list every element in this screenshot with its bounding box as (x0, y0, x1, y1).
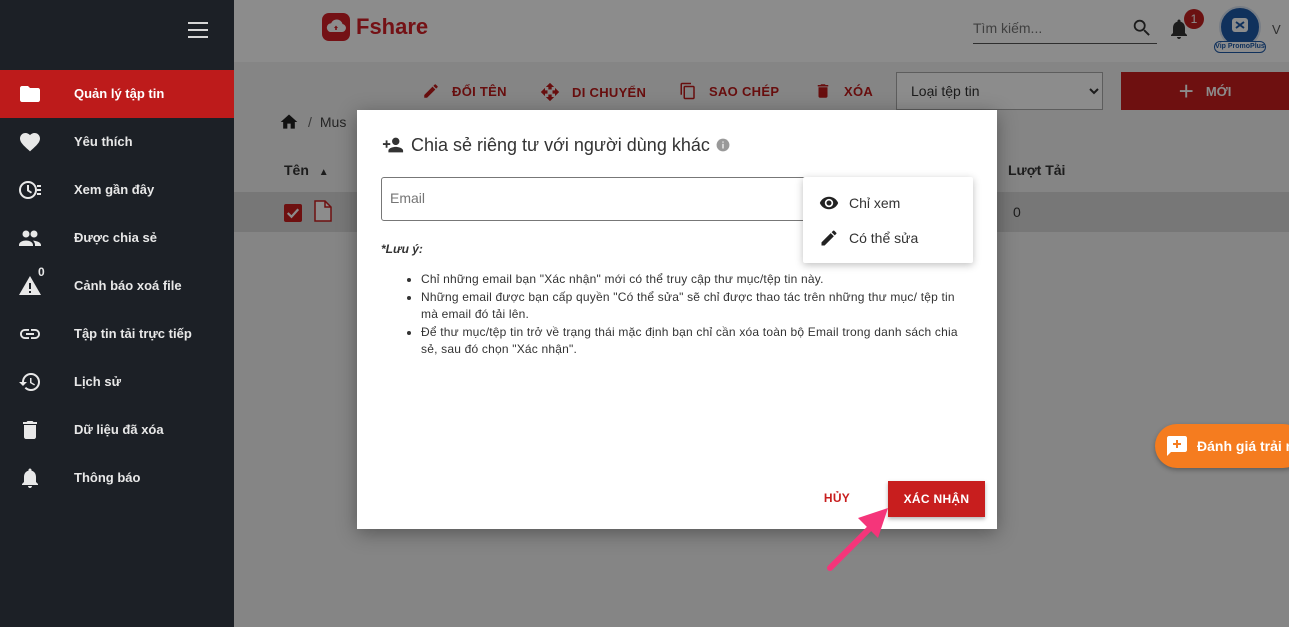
feedback-label: Đánh giá trải ng (1197, 438, 1289, 454)
sidebar-item-favorites[interactable]: Yêu thích (0, 118, 234, 166)
dialog-title-text: Chia sẻ riêng tư với người dùng khác (411, 134, 710, 155)
warning-count-badge: 0 (38, 265, 45, 279)
confirm-button[interactable]: XÁC NHẬN (888, 481, 985, 517)
permission-label: Chỉ xem (849, 195, 901, 211)
note-title: *Lưu ý: (381, 242, 423, 256)
recent-icon (19, 181, 41, 199)
note-item: Những email được bạn cấp quyền "Có thể s… (421, 289, 973, 324)
link-icon (20, 329, 40, 339)
sidebar-item-label: Được chia sẻ (74, 230, 157, 245)
notes-list: Chỉ những email bạn "Xác nhận" mới có th… (403, 271, 973, 359)
sidebar-item-label: Dữ liệu đã xóa (74, 422, 164, 437)
sidebar-item-notifications[interactable]: Thông báo (0, 454, 234, 502)
eye-icon (819, 196, 839, 210)
pencil-icon (821, 230, 837, 246)
sidebar-item-direct-links[interactable]: Tập tin tải trực tiếp (0, 310, 234, 358)
sidebar-item-delete-warning[interactable]: 0 Cảnh báo xoá file (0, 262, 234, 310)
sidebar-item-file-manager[interactable]: Quản lý tập tin (0, 70, 234, 118)
sidebar-item-label: Quản lý tập tin (74, 86, 165, 101)
trash-icon (23, 421, 37, 439)
history-icon (19, 373, 40, 391)
add-person-icon (382, 137, 404, 153)
heart-icon (20, 133, 40, 152)
sidebar-item-label: Yêu thích (74, 134, 133, 149)
permission-view-only[interactable]: Chỉ xem (819, 193, 900, 213)
bell-icon (22, 468, 38, 488)
dialog-title: Chia sẻ riêng tư với người dùng khác (381, 134, 736, 156)
permission-can-edit[interactable]: Có thể sửa (819, 228, 918, 248)
permission-dropdown-menu: Chỉ xem Có thể sửa (803, 177, 973, 263)
sidebar-item-shared[interactable]: Được chia sẻ (0, 214, 234, 262)
permission-label: Có thể sửa (849, 230, 919, 246)
sidebar-item-label: Lịch sử (74, 374, 121, 389)
sidebar-item-label: Tập tin tải trực tiếp (74, 326, 192, 341)
feedback-chat-icon (1167, 436, 1187, 456)
pointer-arrow-icon (827, 508, 888, 571)
email-input[interactable] (382, 178, 782, 218)
sidebar-item-deleted-data[interactable]: Dữ liệu đã xóa (0, 406, 234, 454)
share-dialog: Chia sẻ riêng tư với người dùng khác Chỉ… (357, 110, 997, 529)
people-icon (19, 230, 41, 246)
hamburger-menu-icon[interactable] (188, 22, 208, 38)
folder-icon (20, 86, 40, 102)
sidebar-item-label: Thông báo (74, 470, 141, 485)
note-item: Để thư mục/tệp tin trở về trạng thái mặc… (421, 324, 973, 359)
sidebar-item-recent[interactable]: Xem gần đây (0, 166, 234, 214)
info-icon[interactable] (716, 138, 730, 152)
sidebar-item-history[interactable]: Lịch sử (0, 358, 234, 406)
sidebar-item-label: Cảnh báo xoá file (74, 278, 182, 293)
sidebar: Quản lý tập tin Yêu thích Xem gần đây Đư… (0, 0, 234, 627)
sidebar-item-label: Xem gần đây (74, 182, 155, 197)
email-field[interactable] (381, 177, 826, 221)
feedback-button[interactable]: Đánh giá trải ng (1155, 424, 1289, 468)
note-item: Chỉ những email bạn "Xác nhận" mới có th… (421, 271, 973, 289)
